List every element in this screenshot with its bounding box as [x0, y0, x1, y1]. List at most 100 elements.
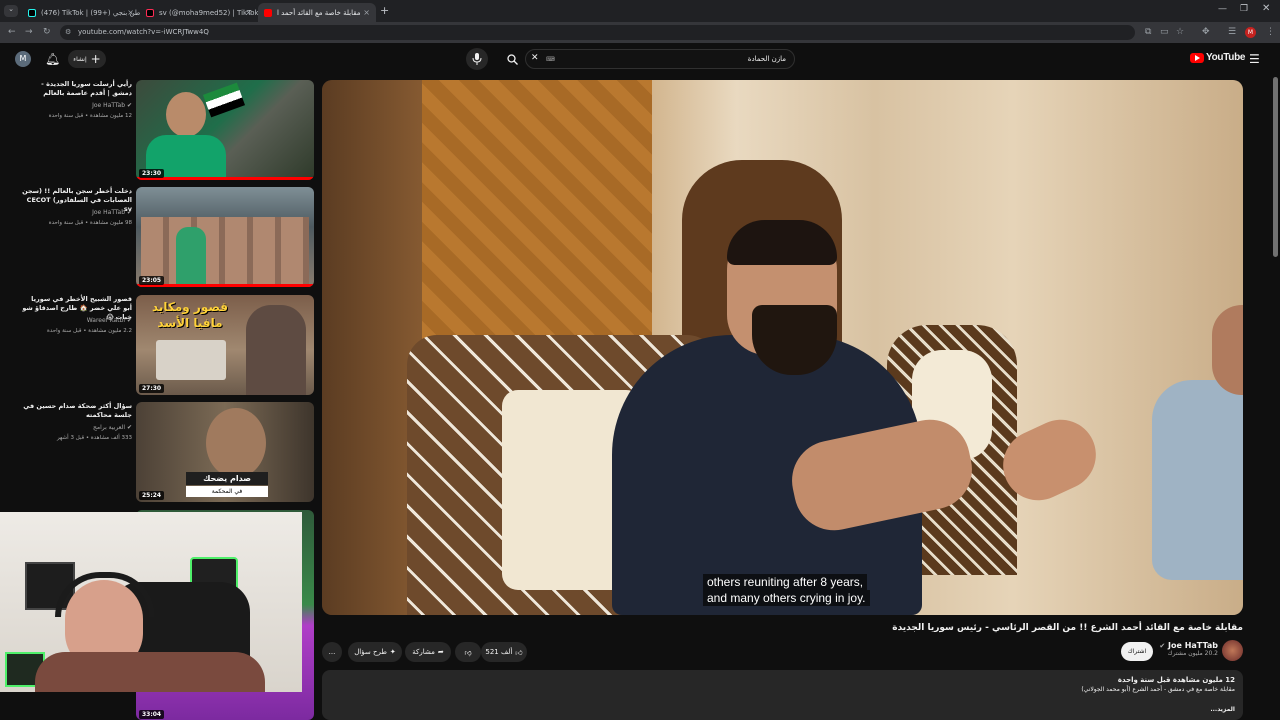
reload-icon[interactable]: ↻ — [43, 27, 51, 37]
thumbnail-overlay-text: قصور ومكايد مافيا الأسد — [151, 300, 229, 330]
video-thumbnail[interactable]: قصور ومكايد مافيا الأسد — [136, 295, 314, 395]
list-item[interactable]: رأيي أرسلت سوريا الجديدة - دمشق | أقدم ع… — [0, 80, 316, 182]
extensions-icon[interactable]: ✥ — [1202, 27, 1210, 37]
thumbs-down-icon: 👎︎ — [464, 648, 472, 657]
description-views: 12 مليون مشاهدة قبل سنة واحدة — [1117, 676, 1235, 684]
video-thumbnail[interactable]: صدام يضحك في المحكمة — [136, 402, 314, 502]
notifications-icon[interactable]: 🔔︎ — [45, 52, 60, 66]
share-button[interactable]: مشاركة ➦ — [405, 642, 451, 662]
video-player[interactable]: others reuniting after 8 years, and many… — [322, 80, 1243, 615]
rec-channel[interactable]: Joe HaTTab ✔ — [22, 102, 132, 109]
profile-avatar[interactable]: M — [1245, 27, 1256, 38]
webcam-shirt — [35, 652, 265, 692]
thumbnail-overlay-text: صدام يضحك — [186, 472, 268, 485]
video-thumbnail[interactable] — [136, 80, 314, 180]
tab-label: sv (@moha9med52) | TikTok — [159, 8, 258, 17]
description-text: مقابلة خاصة مع في دمشق - أحمد الشرع (أبو… — [1081, 686, 1235, 693]
rec-channel[interactable]: العربية برامج ✔ — [22, 424, 132, 431]
ask-label: طرح سؤال — [354, 648, 387, 656]
keyboard-icon[interactable]: ⌨ — [546, 56, 555, 63]
search-button[interactable] — [500, 49, 524, 69]
search-input[interactable]: ✕ ⌨ مازن الحمادة — [525, 49, 795, 69]
page-scrollbar[interactable] — [1273, 77, 1278, 257]
share-label: مشاركة — [412, 648, 435, 656]
tab-tiktok-2[interactable]: sv (@moha9med52) | TikTok × — [140, 3, 258, 22]
new-tab-button[interactable]: + — [380, 4, 389, 17]
duration-badge: 27:30 — [139, 384, 165, 393]
clear-search-icon[interactable]: ✕ — [531, 53, 539, 63]
tab-youtube[interactable]: مقابلة خاصة مع القائد أحمد ا × — [258, 3, 376, 22]
tiktok-icon — [146, 8, 154, 17]
duration-badge: 23:30 — [139, 169, 165, 178]
tiktok-icon — [28, 8, 36, 17]
rec-channel[interactable]: Joe HaTTab ✔ — [22, 209, 132, 216]
more-actions-button[interactable]: ... — [322, 642, 342, 662]
video-man-hair — [727, 220, 837, 265]
back-icon[interactable]: ← — [8, 27, 16, 37]
sidepanel-icon[interactable]: ☰ — [1228, 27, 1236, 37]
duration-badge: 23:05 — [139, 276, 165, 285]
channel-name: Wareef Katbi — [86, 317, 126, 324]
verified-icon: ✔ — [126, 102, 132, 109]
bookmark-icon[interactable]: ☆ — [1176, 27, 1184, 37]
thumbnail-person — [176, 227, 206, 287]
thumbnail-person — [246, 305, 306, 395]
maximize-button[interactable]: ❐ — [1240, 4, 1248, 14]
rec-channel[interactable]: Wareef Katbi ✔ — [22, 317, 132, 324]
rec-meta: 2.2 مليون مشاهدة • قبل سنة واحدة — [46, 328, 132, 334]
rec-title[interactable]: رأيي أرسلت سوريا الجديدة - دمشق | أقدم ع… — [22, 80, 132, 98]
tab-search-icon[interactable]: ⌄ — [4, 5, 18, 17]
voice-search-button[interactable] — [466, 48, 488, 70]
description-box[interactable]: 12 مليون مشاهدة قبل سنة واحدة مقابلة خاص… — [322, 670, 1243, 720]
thumbs-up-icon: 👍︎ — [515, 648, 523, 657]
channel-name: Joe HaTTab — [92, 209, 126, 216]
like-count: 521 ألف — [485, 648, 513, 656]
site-info-icon[interactable]: ⚙ — [65, 25, 71, 40]
like-button[interactable]: 521 ألف 👍︎ — [481, 642, 527, 662]
ask-button[interactable]: طرح سؤال ✦ — [348, 642, 402, 662]
duration-badge: 25:24 — [139, 491, 165, 500]
share-icon: ➦ — [437, 648, 444, 656]
rec-meta: 98 مليون مشاهدة • قبل سنة واحدة — [48, 220, 132, 226]
menu-icon[interactable]: ⋮ — [1266, 27, 1275, 37]
list-item[interactable]: دخلت أخطر سجن بالعالم !! (سجن العصابات ف… — [0, 187, 316, 289]
translate-icon[interactable]: ⧉ — [1145, 27, 1151, 37]
subscribe-button[interactable]: اشتراك — [1121, 642, 1153, 661]
guide-menu-icon[interactable]: ☰ — [1249, 52, 1260, 66]
rec-title[interactable]: سؤال أكثر ضحكة صدام حسين في جلسة محاكمته — [22, 402, 132, 420]
list-item[interactable]: سؤال أكثر ضحكة صدام حسين في جلسة محاكمته… — [0, 402, 316, 504]
verified-icon: ✔ — [126, 424, 132, 431]
tab-tiktok-1[interactable]: (476) TikTok | وطن بنجي (+99) × — [22, 3, 140, 22]
close-icon[interactable]: × — [245, 8, 252, 17]
close-window-button[interactable]: ✕ — [1262, 3, 1270, 14]
verified-icon: ✔ — [126, 317, 132, 324]
video-guest-shirt — [1152, 380, 1243, 580]
search-icon — [506, 53, 518, 65]
close-icon[interactable]: × — [127, 8, 134, 17]
dislike-button[interactable]: 👎︎ — [455, 642, 481, 662]
address-bar-row: ← → ↻ ⚙ youtube.com/watch?v=-iWCRJTww4Q … — [0, 22, 1280, 43]
create-label: إنشاء — [73, 55, 87, 63]
rec-meta: 12 مليون مشاهدة • قبل سنة واحدة — [48, 113, 132, 119]
video-guest-face — [1212, 305, 1243, 395]
browser-tab-bar: ⌄ (476) TikTok | وطن بنجي (+99) × sv (@m… — [0, 0, 1280, 22]
close-icon[interactable]: × — [363, 8, 370, 17]
description-more-link[interactable]: ...المزيد — [1210, 706, 1235, 713]
minimize-button[interactable]: — — [1218, 4, 1227, 14]
avatar[interactable]: M — [15, 51, 31, 67]
video-title: مقابلة خاصة مع القائد أحمد الشرع !! من ا… — [892, 623, 1243, 633]
video-thumbnail[interactable] — [136, 187, 314, 287]
youtube-logo-icon — [1190, 52, 1204, 63]
thumbnail-house — [156, 340, 226, 380]
youtube-logo[interactable]: YouTube — [1190, 52, 1246, 63]
list-item[interactable]: قصور الشبيح الأخطر في سوريا أبو علي خضر … — [0, 295, 316, 397]
forward-icon[interactable]: → — [25, 27, 33, 37]
cast-icon[interactable]: ▭ — [1160, 27, 1169, 37]
url-field[interactable]: ⚙ youtube.com/watch?v=-iWCRJTww4Q — [60, 25, 1135, 40]
channel-info[interactable]: ✔ Joe HaTTab 20.2 مليون مشترك — [1100, 641, 1218, 657]
thumbnail-overlay-sub: في المحكمة — [186, 486, 268, 497]
create-button[interactable]: إنشاء + — [68, 50, 106, 68]
channel-avatar[interactable] — [1222, 640, 1243, 661]
plus-icon: + — [90, 52, 101, 66]
verified-icon: ✔ — [1159, 642, 1166, 650]
